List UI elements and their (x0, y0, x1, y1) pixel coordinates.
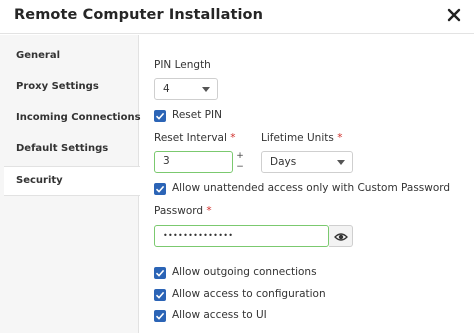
sidebar-item-security[interactable]: Security (4, 166, 140, 196)
checkmark-icon (155, 185, 165, 193)
reset-interval-value: 3 (163, 155, 170, 167)
dialog-header: Remote Computer Installation (0, 0, 474, 34)
checkmark-icon (155, 112, 165, 120)
required-mark: * (230, 132, 236, 144)
chevron-down-icon (337, 160, 345, 165)
reset-interval-input[interactable]: 3 (154, 151, 233, 173)
chevron-down-icon (202, 87, 210, 92)
lifetime-units-label-text: Lifetime Units (261, 132, 334, 144)
allow-outgoing-checkbox[interactable] (154, 267, 166, 279)
dialog-title: Remote Computer Installation (14, 7, 264, 23)
decrement-button[interactable]: − (234, 162, 246, 173)
checkmark-icon (155, 269, 165, 277)
show-password-button[interactable] (329, 225, 353, 247)
sidebar-item-general[interactable]: General (0, 41, 139, 71)
unattended-access-label: Allow unattended access only with Custom… (172, 182, 451, 194)
password-label-text: Password (154, 205, 204, 217)
allow-config-label: Allow access to configuration (172, 288, 326, 300)
allow-outgoing-label: Allow outgoing connections (172, 266, 317, 278)
sidebar-item-default-settings[interactable]: Default Settings (0, 134, 139, 164)
allow-ui-label: Allow access to UI (172, 309, 267, 321)
sidebar-item-proxy-settings[interactable]: Proxy Settings (0, 72, 139, 102)
pin-length-label: PIN Length (154, 59, 211, 71)
unattended-access-checkbox[interactable] (154, 183, 166, 195)
lifetime-units-value: Days (270, 156, 297, 168)
required-mark: * (206, 205, 212, 217)
password-input[interactable]: •••••••••••••• (154, 225, 329, 247)
reset-pin-label: Reset PIN (172, 109, 222, 121)
checkmark-icon (155, 312, 165, 320)
allow-ui-checkbox[interactable] (154, 310, 166, 322)
lifetime-units-label: Lifetime Units * (261, 132, 342, 144)
reset-interval-stepper: + − (234, 151, 246, 173)
sidebar: General Proxy Settings Incoming Connecti… (0, 35, 141, 333)
allow-config-checkbox[interactable] (154, 289, 166, 301)
sidebar-item-incoming-connections[interactable]: Incoming Connections (0, 103, 141, 133)
password-label: Password * (154, 205, 212, 217)
pin-length-value: 4 (163, 83, 170, 95)
lifetime-units-select[interactable]: Days (261, 151, 353, 173)
eye-icon (334, 233, 348, 241)
required-mark: * (337, 132, 343, 144)
checkmark-icon (155, 291, 165, 299)
close-icon[interactable] (444, 5, 464, 25)
password-value: •••••••••••••• (163, 231, 234, 240)
reset-pin-checkbox[interactable] (154, 110, 166, 122)
pin-length-select[interactable]: 4 (154, 78, 218, 100)
increment-button[interactable]: + (234, 151, 246, 162)
reset-interval-label: Reset Interval * (154, 132, 235, 144)
reset-interval-label-text: Reset Interval (154, 132, 227, 144)
